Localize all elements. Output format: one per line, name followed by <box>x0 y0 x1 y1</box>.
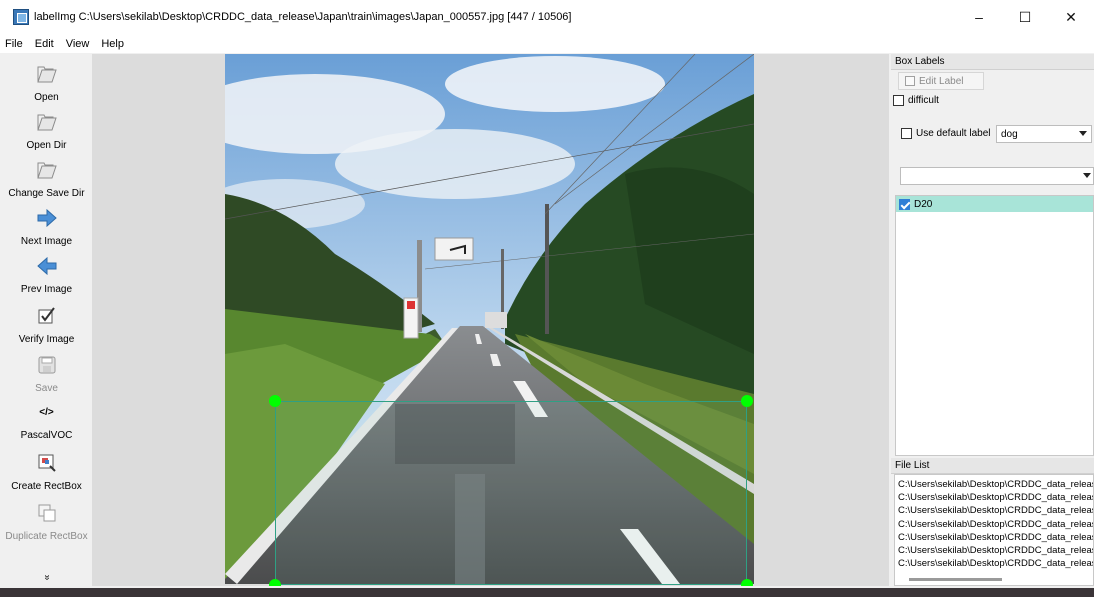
menu-file[interactable]: File <box>5 38 23 50</box>
change-save-dir-button[interactable]: Change Save Dir <box>4 158 89 199</box>
bbox-handle-bottom-right[interactable] <box>741 579 753 586</box>
file-list-item[interactable]: C:\Users\sekilab\Desktop\CRDDC_data_rele… <box>895 557 1093 570</box>
bbox-handle-top-right[interactable] <box>741 395 753 407</box>
folder-open-icon <box>35 158 59 182</box>
taskbar-strip <box>0 588 1094 597</box>
file-list-item[interactable]: C:\Users\sekilab\Desktop\CRDDC_data_rele… <box>895 531 1093 544</box>
prev-image-button[interactable]: Prev Image <box>4 254 89 295</box>
menu-bar: File Edit View Help <box>0 34 1094 53</box>
default-label-value: dog <box>1001 128 1018 140</box>
image-canvas[interactable] <box>92 54 889 586</box>
file-list[interactable]: C:\Users\sekilab\Desktop\CRDDC_data_rele… <box>894 474 1094 586</box>
bbox-handle-top-left[interactable] <box>269 395 281 407</box>
open-button[interactable]: Open <box>4 62 89 103</box>
chevron-down-icon <box>1079 131 1087 136</box>
box-labels-title: Box Labels <box>891 54 1094 70</box>
file-list-item[interactable]: C:\Users\sekilab\Desktop\CRDDC_data_rele… <box>895 491 1093 504</box>
labelimg-app-icon <box>13 9 29 25</box>
edit-pencil-icon <box>905 76 915 86</box>
floppy-disk-icon <box>35 353 59 377</box>
window-title: labelImg C:\Users\sekilab\Desktop\CRDDC_… <box>34 11 572 23</box>
default-label-select[interactable]: dog <box>996 125 1092 143</box>
duplicate-rectbox-button[interactable]: Duplicate RectBox <box>4 501 89 542</box>
duplicate-icon <box>35 501 59 525</box>
next-image-button[interactable]: Next Image <box>4 206 89 247</box>
minimize-button[interactable]: – <box>956 0 1002 34</box>
folder-open-icon <box>35 110 59 134</box>
close-button[interactable]: ✕ <box>1048 0 1094 34</box>
file-list-title: File List <box>891 458 1094 474</box>
format-toggle-button[interactable]: </> PascalVOC <box>4 400 89 442</box>
save-label: Save <box>35 383 58 394</box>
file-list-item[interactable]: C:\Users\sekilab\Desktop\CRDDC_data_rele… <box>895 518 1093 531</box>
edit-label-button[interactable]: Edit Label <box>898 72 984 90</box>
verify-image-button[interactable]: Verify Image <box>4 304 89 345</box>
right-dock: Box Labels Edit Label difficult Use defa… <box>891 54 1094 588</box>
difficult-checkbox-row[interactable]: difficult <box>893 95 939 106</box>
use-default-label-row[interactable]: Use default label <box>901 128 991 139</box>
format-label: PascalVOC <box>20 430 73 441</box>
save-button[interactable]: Save <box>4 353 89 394</box>
use-default-label-checkbox[interactable] <box>901 128 912 139</box>
edit-label-text: Edit Label <box>919 75 964 87</box>
change-save-dir-label: Change Save Dir <box>8 188 85 199</box>
menu-help[interactable]: Help <box>101 38 124 50</box>
arrow-left-icon <box>35 254 59 278</box>
label-filter-combo[interactable] <box>900 167 1094 185</box>
label-list-item[interactable]: D20 <box>896 196 1093 212</box>
label-list[interactable]: D20 <box>895 195 1094 456</box>
chevron-down-icon: » <box>41 574 52 581</box>
duplicate-rectbox-label: Duplicate RectBox <box>5 531 88 542</box>
file-list-item[interactable]: C:\Users\sekilab\Desktop\CRDDC_data_rele… <box>895 544 1093 557</box>
code-tag-icon: </> <box>39 406 54 418</box>
open-dir-button[interactable]: Open Dir <box>4 110 89 151</box>
create-rect-icon <box>35 451 59 475</box>
open-label: Open <box>34 92 59 103</box>
horizontal-scrollbar[interactable] <box>909 578 1002 581</box>
label-item-text: D20 <box>914 198 933 210</box>
open-dir-label: Open Dir <box>26 140 67 151</box>
toolbar-expand-button[interactable]: » <box>4 572 89 583</box>
create-rectbox-button[interactable]: Create RectBox <box>4 451 89 492</box>
window-controls: – ☐ ✕ <box>956 0 1094 34</box>
difficult-label: difficult <box>908 95 939 106</box>
folder-open-icon <box>35 62 59 86</box>
checkbox-verify-icon <box>35 304 59 328</box>
maximize-button[interactable]: ☐ <box>1002 0 1048 34</box>
bounding-box-d20[interactable] <box>269 395 753 586</box>
bbox-handle-bottom-left[interactable] <box>269 579 281 586</box>
menu-view[interactable]: View <box>66 38 90 50</box>
next-image-label: Next Image <box>20 236 73 247</box>
create-rectbox-label: Create RectBox <box>11 481 82 492</box>
arrow-right-icon <box>35 206 59 230</box>
tool-bar: Open Open Dir Change Save Dir Next Image… <box>4 54 89 588</box>
title-bar: labelImg C:\Users\sekilab\Desktop\CRDDC_… <box>0 0 1094 34</box>
prev-image-label: Prev Image <box>20 284 73 295</box>
chevron-down-icon <box>1083 173 1091 178</box>
menu-edit[interactable]: Edit <box>35 38 54 50</box>
use-default-label-text: Use default label <box>916 128 991 139</box>
verify-image-label: Verify Image <box>18 334 75 345</box>
label-visible-checkbox[interactable] <box>899 198 910 210</box>
file-list-item[interactable]: C:\Users\sekilab\Desktop\CRDDC_data_rele… <box>895 478 1093 491</box>
file-list-item[interactable]: C:\Users\sekilab\Desktop\CRDDC_data_rele… <box>895 504 1093 517</box>
difficult-checkbox[interactable] <box>893 95 904 106</box>
